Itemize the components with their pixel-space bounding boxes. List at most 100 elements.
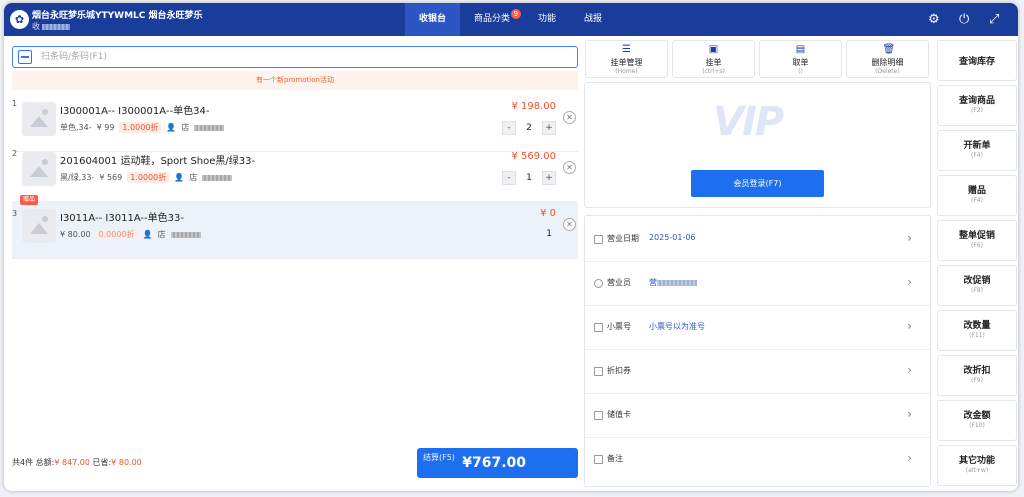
promo-banner[interactable]: 有一个新promotion活动 bbox=[12, 71, 578, 90]
notification-badge: 9 bbox=[510, 9, 522, 19]
person-icon bbox=[594, 279, 603, 288]
cart-item-selected[interactable]: 赠品 3 I3011A-- I3011A--单色33- ¥ 80.00 0.00… bbox=[12, 195, 578, 259]
qty-value[interactable]: 2 bbox=[516, 121, 542, 135]
item-discount[interactable]: 1.0000折 bbox=[119, 122, 162, 133]
info-row-coupon[interactable]: 折扣券 › bbox=[585, 350, 930, 394]
query-product-button[interactable]: 查询商品 (F2) bbox=[937, 85, 1017, 126]
item-unit-price: ¥ 80.00 bbox=[60, 230, 91, 239]
item-unit-price: ¥ 569 bbox=[99, 173, 123, 182]
expand-icon[interactable]: ⤢ bbox=[989, 13, 999, 26]
chevron-right-icon: › bbox=[907, 275, 912, 289]
checkout-button[interactable]: 结算(F5) ¥767.00 bbox=[417, 448, 578, 478]
remove-item-button[interactable]: ✕ bbox=[563, 111, 576, 124]
chevron-right-icon: › bbox=[907, 231, 912, 245]
tile-label: 挂单管理 bbox=[610, 58, 643, 67]
other-functions-button[interactable]: 其它功能 (alt+w) bbox=[937, 445, 1017, 486]
item-meta: 单色,34- ¥ 99 1.0000折 👤 店 bbox=[60, 122, 225, 133]
product-image-placeholder-icon bbox=[22, 152, 56, 186]
change-quantity-button[interactable]: 改数量 (F11) bbox=[937, 310, 1017, 351]
side-label: 改金额 bbox=[963, 411, 991, 421]
top-bar: ✿ 烟台永旺梦乐城YTYWMLC 烟台永旺梦乐 收 收银台 商品分类 9 功能 战… bbox=[4, 3, 1018, 36]
tile-hint: (Home) bbox=[615, 68, 638, 75]
info-value: 小票号以为准号 bbox=[649, 322, 705, 331]
member-login-button[interactable]: 会员登录(F7) bbox=[691, 170, 824, 197]
list-icon: ☰ bbox=[622, 44, 631, 55]
hold-order-button[interactable]: ▣ 挂单 (ctrl+s) bbox=[672, 40, 755, 78]
tab-categories[interactable]: 商品分类 9 bbox=[460, 3, 524, 36]
cart-item[interactable]: 2 201604001 运动鞋，Sport Shoe黑/绿33- 黑/绿,33-… bbox=[12, 144, 578, 202]
tab-report[interactable]: 战报 bbox=[570, 3, 616, 36]
hold-order-manage-button[interactable]: ☰ 挂单管理 (Home) bbox=[585, 40, 668, 78]
remove-item-button[interactable]: ✕ bbox=[563, 218, 576, 231]
new-order-button[interactable]: 开新单 (F4) bbox=[937, 130, 1017, 171]
store-name: 烟台永旺梦乐城YTYWMLC 烟台永旺梦乐 bbox=[32, 11, 203, 21]
change-discount-button[interactable]: 改折扣 (F9) bbox=[937, 355, 1017, 396]
side-label: 赠品 bbox=[967, 186, 986, 196]
item-price[interactable]: ¥ 569.00 bbox=[511, 151, 556, 162]
side-label: 改折扣 bbox=[963, 366, 991, 376]
person-icon: 👤 bbox=[174, 173, 185, 182]
power-icon[interactable]: ⏻ bbox=[959, 13, 969, 26]
product-image-placeholder-icon bbox=[22, 209, 56, 243]
item-meta: 黑/绿,33- ¥ 569 1.0000折 👤 店 bbox=[60, 172, 233, 183]
card-icon bbox=[594, 411, 603, 420]
item-unit-price: ¥ 99 bbox=[96, 123, 115, 132]
tile-hint: () bbox=[798, 68, 803, 75]
saved-label: 已省: bbox=[92, 458, 112, 467]
cart-summary: 共4件 总额:¥ 847.00 已省:¥ 80.00 bbox=[12, 457, 142, 468]
side-hint: (F4) bbox=[971, 152, 983, 159]
tab-cashier[interactable]: 收银台 bbox=[405, 3, 461, 36]
info-label: 备注 bbox=[607, 454, 623, 463]
qty-increase-button[interactable]: + bbox=[542, 121, 556, 135]
masked-text bbox=[42, 23, 70, 30]
tab-functions[interactable]: 功能 bbox=[524, 3, 570, 36]
trash-icon: 🗑 bbox=[882, 44, 896, 55]
query-stock-button[interactable]: 查询库存 bbox=[937, 40, 1017, 81]
retrieve-order-button[interactable]: ▤ 取单 () bbox=[759, 40, 842, 78]
tile-hint: (ctrl+s) bbox=[702, 68, 725, 75]
info-row-salesperson[interactable]: 营业员 营 › bbox=[585, 262, 930, 306]
side-label: 整单促销 bbox=[958, 231, 995, 241]
change-amount-button[interactable]: 改金额 (F10) bbox=[937, 400, 1017, 441]
qty-value[interactable]: 1 bbox=[516, 171, 542, 185]
item-discount[interactable]: 1.0000折 bbox=[127, 172, 170, 183]
search-input[interactable] bbox=[41, 49, 561, 65]
person-icon: 👤 bbox=[142, 230, 153, 239]
store-subtitle: 收 bbox=[32, 21, 70, 32]
item-price[interactable]: ¥ 0 bbox=[540, 208, 556, 219]
item-index: 2 bbox=[12, 149, 18, 158]
qty-decrease-button[interactable]: - bbox=[502, 121, 516, 135]
info-label: 小票号 bbox=[607, 322, 631, 331]
info-row-remark[interactable]: 备注 › bbox=[585, 438, 930, 482]
seller-prefix: 店 bbox=[189, 173, 198, 182]
item-meta: ¥ 80.00 0.0000折 👤 店 bbox=[60, 229, 201, 240]
qty-increase-button[interactable]: + bbox=[542, 171, 556, 185]
chevron-right-icon: › bbox=[907, 363, 912, 377]
masked-text bbox=[657, 279, 697, 286]
info-row-receipt-number[interactable]: 小票号 小票号以为准号 › bbox=[585, 306, 930, 350]
gift-button[interactable]: 赠品 (F4) bbox=[937, 175, 1017, 216]
info-label: 折扣券 bbox=[607, 366, 631, 375]
gear-icon[interactable]: ⚙ bbox=[928, 13, 940, 26]
coupon-icon bbox=[594, 367, 603, 376]
side-label: 其它功能 bbox=[958, 456, 995, 466]
seller-prefix: 店 bbox=[157, 230, 166, 239]
qty-decrease-button[interactable]: - bbox=[502, 171, 516, 185]
side-label: 查询商品 bbox=[958, 96, 995, 106]
delete-detail-button[interactable]: 🗑 删除明细 (Delete) bbox=[846, 40, 929, 78]
order-promotion-button[interactable]: 整单促销 (F6) bbox=[937, 220, 1017, 261]
item-price[interactable]: ¥ 198.00 bbox=[511, 101, 556, 112]
side-label: 查询库存 bbox=[958, 57, 995, 67]
item-discount[interactable]: 0.0000折 bbox=[95, 229, 138, 240]
info-row-business-date[interactable]: 营业日期 2025-01-06 › bbox=[585, 218, 930, 262]
side-hint: (alt+w) bbox=[965, 467, 989, 474]
info-row-stored-value-card[interactable]: 储值卡 › bbox=[585, 394, 930, 438]
item-index: 1 bbox=[12, 99, 18, 108]
change-promotion-button[interactable]: 改促销 (F8) bbox=[937, 265, 1017, 306]
remove-item-button[interactable]: ✕ bbox=[563, 161, 576, 174]
tab-categories-label: 商品分类 bbox=[474, 14, 511, 24]
product-image-placeholder-icon bbox=[22, 102, 56, 136]
scan-icon[interactable] bbox=[18, 50, 32, 64]
info-value-text: 营 bbox=[649, 278, 657, 287]
total-label: 总额: bbox=[35, 458, 55, 467]
